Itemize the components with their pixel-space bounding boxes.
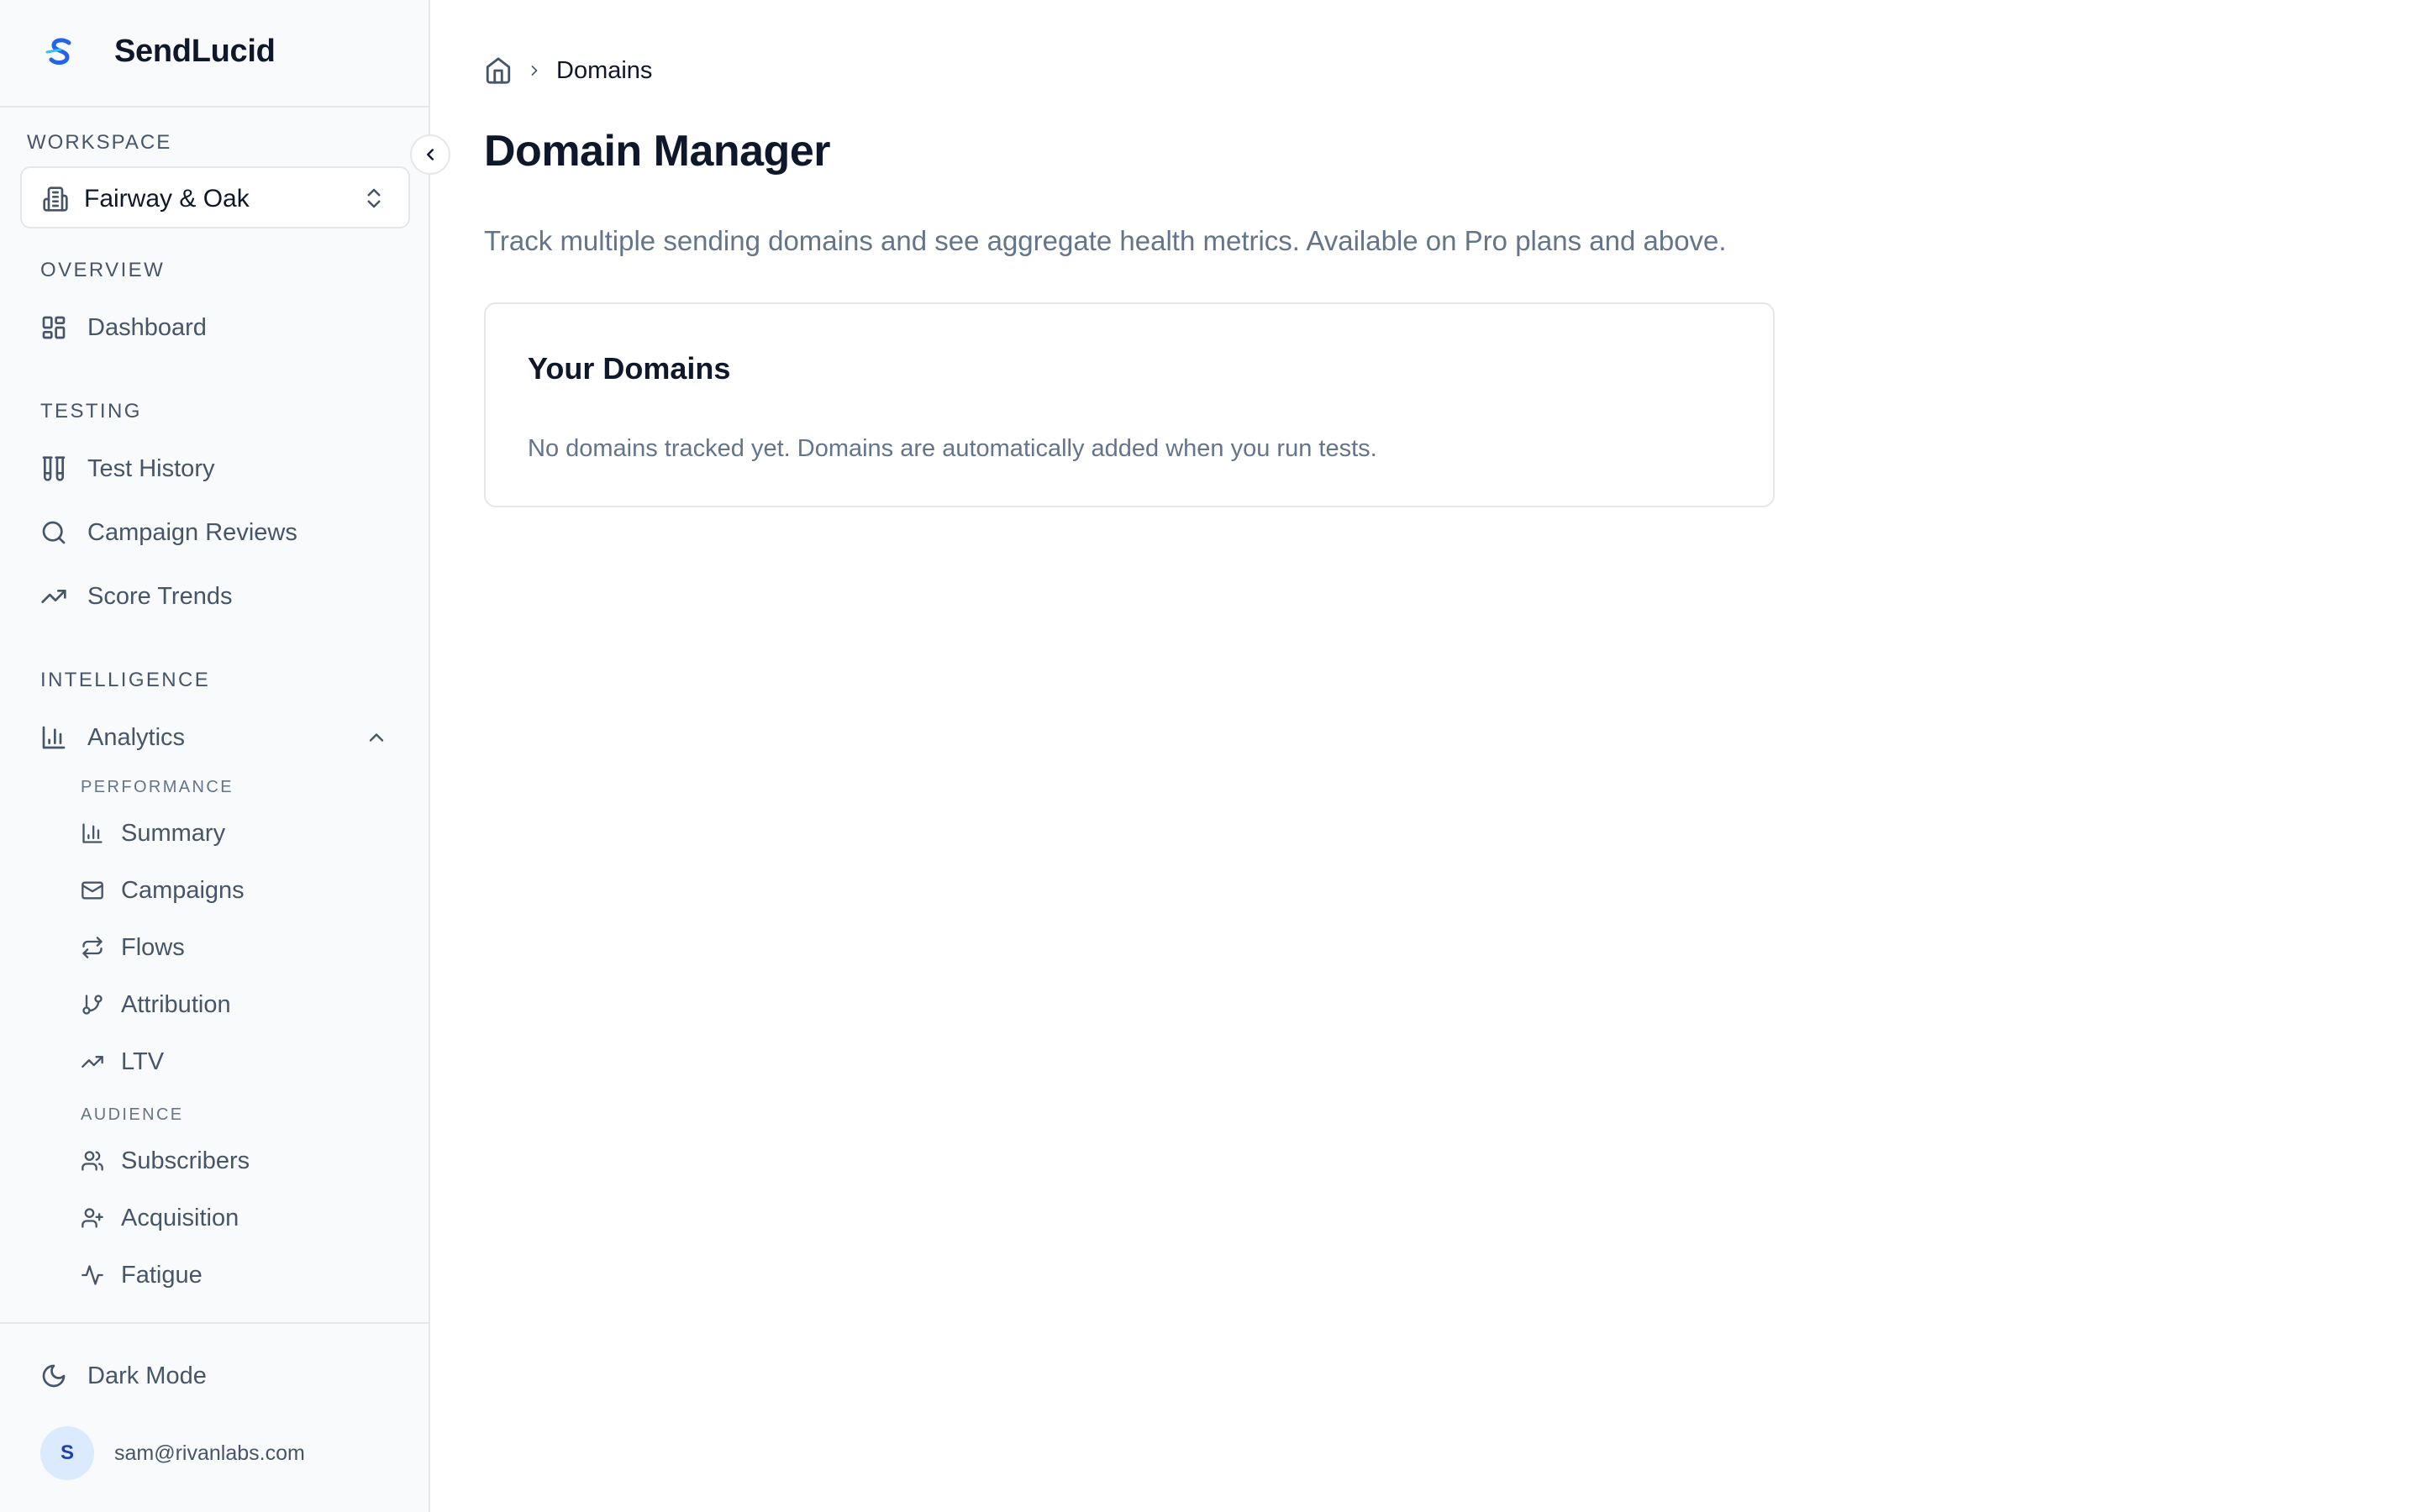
sub-label-performance: PERFORMANCE <box>81 778 234 796</box>
chevron-right-icon <box>531 66 538 76</box>
dashboard-icon <box>40 314 67 341</box>
sub-label-audience: AUDIENCE <box>81 1105 184 1124</box>
home-icon[interactable] <box>484 56 513 85</box>
nav-item-label: Dashboard <box>87 314 207 341</box>
git-branch-icon <box>81 993 104 1016</box>
nav-item-analytics[interactable]: Analytics <box>40 719 393 756</box>
nav-item-dashboard[interactable]: Dashboard <box>40 309 207 346</box>
main-content: Domains Domain Manager Track multiple se… <box>430 0 2420 1512</box>
sendlucid-logo-icon <box>45 38 71 66</box>
sub-item-flows[interactable]: Flows <box>81 931 185 964</box>
nav-item-label: Campaign Reviews <box>87 519 297 546</box>
user-plus-icon <box>81 1206 104 1230</box>
mail-icon <box>81 879 104 902</box>
building-icon <box>42 186 69 217</box>
sub-item-label: Summary <box>121 820 226 847</box>
sub-item-campaigns[interactable]: Campaigns <box>81 874 245 907</box>
nav-item-label: Score Trends <box>87 583 233 610</box>
app-root: SendLucid WORKSPACE Fairway & Oak OVERVI… <box>0 0 2420 1512</box>
brand-name: SendLucid <box>114 34 276 69</box>
nav-item-score-trends[interactable]: Score Trends <box>40 578 232 615</box>
sub-item-label: Fatigue <box>121 1262 203 1289</box>
test-tubes-icon <box>40 455 67 482</box>
breadcrumb-current: Domains <box>556 56 653 84</box>
search-icon <box>40 519 67 546</box>
activity-icon <box>81 1263 104 1287</box>
breadcrumb: Domains <box>484 55 652 86</box>
brand-header: SendLucid <box>0 0 429 108</box>
section-label-testing: TESTING <box>40 400 142 423</box>
sub-item-label: Campaigns <box>121 877 245 904</box>
dark-mode-label: Dark Mode <box>87 1362 207 1389</box>
workspace-name: Fairway & Oak <box>84 185 250 213</box>
repeat-icon <box>81 936 104 959</box>
section-label-overview: OVERVIEW <box>40 259 166 281</box>
bar-chart-icon <box>81 822 104 845</box>
user-email: sam@rivanlabs.com <box>114 1441 305 1465</box>
trending-up-icon <box>40 583 67 610</box>
trending-up-icon <box>81 1050 104 1074</box>
sub-item-label: Subscribers <box>121 1147 250 1174</box>
workspace-label: WORKSPACE <box>27 131 172 154</box>
sub-item-subscribers[interactable]: Subscribers <box>81 1144 250 1178</box>
bar-chart-icon <box>40 724 67 751</box>
page-description: Track multiple sending domains and see a… <box>484 225 1727 256</box>
nav-item-campaign-reviews[interactable]: Campaign Reviews <box>40 514 297 551</box>
sidebar: SendLucid WORKSPACE Fairway & Oak OVERVI… <box>0 0 430 1512</box>
sub-item-label: Flows <box>121 934 185 961</box>
sub-item-label: Attribution <box>121 991 231 1018</box>
dark-mode-toggle[interactable]: Dark Mode <box>40 1357 207 1394</box>
section-label-intelligence: INTELLIGENCE <box>40 669 211 691</box>
empty-state-message: No domains tracked yet. Domains are auto… <box>528 435 1377 462</box>
sub-item-label: Acquisition <box>121 1205 239 1231</box>
sidebar-footer: Dark Mode S sam@rivanlabs.com <box>0 1322 429 1512</box>
page-title: Domain Manager <box>484 127 830 176</box>
domains-card: Your Domains No domains tracked yet. Dom… <box>484 302 1775 507</box>
sub-item-attribution[interactable]: Attribution <box>81 988 231 1021</box>
chevron-up-icon[interactable] <box>365 726 388 753</box>
moon-icon <box>40 1362 67 1389</box>
nav-item-test-history[interactable]: Test History <box>40 450 214 487</box>
card-title: Your Domains <box>528 351 731 386</box>
nav-item-label: Analytics <box>87 724 186 751</box>
workspace-selector[interactable]: Fairway & Oak <box>20 166 410 228</box>
chevrons-up-down-icon <box>361 186 387 215</box>
sub-item-ltv[interactable]: LTV <box>81 1045 164 1079</box>
avatar[interactable]: S <box>40 1426 94 1480</box>
sub-item-label: LTV <box>121 1048 165 1075</box>
chevron-left-icon <box>427 149 434 160</box>
sidebar-nav: SendLucid WORKSPACE Fairway & Oak OVERVI… <box>0 0 429 1322</box>
sub-item-summary[interactable]: Summary <box>81 816 225 850</box>
collapse-sidebar-button[interactable] <box>410 134 450 175</box>
users-icon <box>81 1149 104 1173</box>
sub-item-fatigue[interactable]: Fatigue <box>81 1258 203 1292</box>
sub-item-acquisition[interactable]: Acquisition <box>81 1201 239 1235</box>
nav-item-label: Test History <box>87 455 215 482</box>
